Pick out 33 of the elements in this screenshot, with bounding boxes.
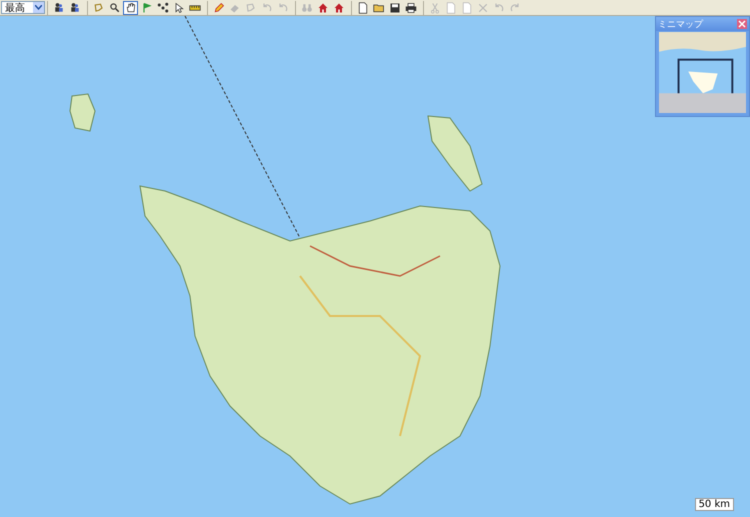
route-points-tool[interactable]	[155, 0, 170, 14]
binoculars-icon	[300, 2, 312, 14]
redo-icon	[508, 2, 520, 14]
document-icon	[460, 2, 472, 14]
printer-tool[interactable]	[403, 0, 418, 14]
caret-icon	[33, 2, 44, 13]
route-points-icon	[156, 2, 168, 14]
scale-bar: 50 km	[694, 498, 734, 511]
document-icon	[444, 2, 456, 14]
zoom-icon	[108, 2, 120, 14]
house-icon	[316, 2, 328, 14]
hand-icon	[124, 2, 136, 14]
lasso-icon	[244, 2, 256, 14]
undo-icon	[260, 2, 272, 14]
lasso-icon	[92, 2, 104, 14]
flag-icon	[140, 2, 152, 14]
house-icon	[332, 2, 344, 14]
pointer-icon	[172, 2, 184, 14]
hand-tool[interactable]	[123, 0, 138, 14]
printer-icon	[404, 2, 416, 14]
save-icon	[388, 2, 400, 14]
people-icon	[68, 2, 80, 14]
document-icon	[356, 2, 368, 14]
scissors-icon	[428, 2, 440, 14]
delete-icon	[476, 2, 488, 14]
folder-icon	[372, 2, 384, 14]
quality-dropdown[interactable]: 最高	[1, 1, 45, 14]
minimap-title: ミニマップ	[658, 18, 703, 30]
undo-icon	[276, 2, 288, 14]
people-icon	[52, 2, 64, 14]
close-button[interactable]	[737, 19, 747, 29]
pencil-icon	[212, 2, 224, 14]
undo-icon	[492, 2, 504, 14]
